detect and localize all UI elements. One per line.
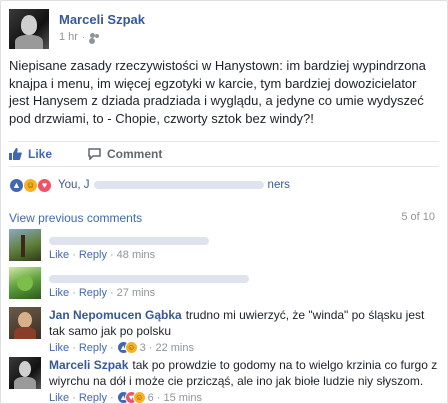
comment-reactions[interactable]: ▲ ♥ ☺ 6 [116, 391, 154, 404]
author-avatar[interactable] [9, 9, 49, 49]
comment-time[interactable]: 15 mins [163, 392, 202, 404]
view-previous-comments[interactable]: View previous comments [9, 211, 142, 225]
comment-reactions[interactable]: ▲ ☺ 3 [116, 341, 146, 354]
footer-separator: · [72, 287, 76, 299]
comment-label: Comment [107, 147, 163, 161]
comment-reply-link[interactable]: Reply [79, 287, 107, 299]
thumbs-up-icon [9, 148, 22, 160]
comment-like-link[interactable]: Like [49, 342, 69, 354]
reactions-names-start[interactable]: You, J [58, 179, 90, 191]
footer-separator: · [109, 341, 114, 354]
commenter-avatar[interactable] [9, 307, 41, 339]
footer-separator: · [72, 391, 76, 404]
footer-separator: · [72, 341, 76, 354]
comment-like-link[interactable]: Like [49, 249, 69, 261]
commenter-avatar[interactable] [9, 267, 41, 299]
comment-body [49, 271, 439, 287]
like-reaction-icon: ▲ [9, 177, 24, 193]
reactions-names-end[interactable]: ners [268, 179, 290, 191]
author-name[interactable]: Marceli Szpak [59, 12, 145, 27]
haha-reaction-icon: ☺ [132, 391, 146, 403]
comment-body [49, 233, 439, 249]
footer-separator: · [109, 287, 114, 299]
blurred-comment-text [49, 275, 249, 283]
comment-footer: Like · Reply · ▲ ♥ ☺ 6 · 15 mins [49, 391, 202, 404]
post-actions: Like Comment [9, 141, 439, 167]
commenter-name[interactable]: Jan Nepomucen Gąbka [49, 308, 182, 322]
comment-reply-link[interactable]: Reply [79, 392, 107, 404]
comment-footer: Like · Reply · 48 mins [49, 249, 155, 261]
post-meta: 1 hr · [59, 31, 101, 43]
comment-body: Marceli Szpak tak po prowdzie to godomy n… [49, 357, 439, 389]
footer-separator: · [156, 391, 161, 404]
post-time[interactable]: 1 hr [59, 31, 78, 43]
post-text: Niepisane zasady rzeczywistości w Hanyst… [9, 58, 426, 126]
reaction-count: 6 [147, 391, 154, 404]
commenter-avatar[interactable] [9, 229, 41, 261]
footer-separator: · [148, 341, 153, 354]
comments-count: 5 of 10 [401, 211, 435, 223]
friends-audience-icon[interactable] [89, 32, 101, 42]
footer-separator: · [72, 249, 76, 261]
commenter-name[interactable]: Marceli Szpak [49, 358, 128, 372]
comment-like-link[interactable]: Like [49, 287, 69, 299]
comment-button[interactable]: Comment [88, 147, 162, 161]
like-label: Like [28, 147, 53, 161]
comment-time[interactable]: 48 mins [117, 249, 156, 261]
footer-separator: · [109, 391, 114, 404]
reaction-count: 3 [139, 341, 146, 354]
footer-separator: · [109, 249, 114, 261]
comment-like-link[interactable]: Like [49, 392, 69, 404]
blurred-names [93, 181, 264, 189]
comment-footer: Like · Reply · 27 mins [49, 287, 155, 299]
comment-bubble-icon [88, 148, 101, 160]
love-reaction-icon: ♥ [37, 177, 52, 193]
meta-separator: · [81, 32, 85, 42]
comment-reply-link[interactable]: Reply [79, 342, 107, 354]
comment-time[interactable]: 27 mins [117, 287, 156, 299]
reactions-summary[interactable]: ▲ ☺ ♥ You, J ners [9, 176, 290, 194]
post-card: Marceli Szpak 1 hr · Niepisane zasady rz… [0, 0, 448, 404]
haha-reaction-icon: ☺ [124, 341, 138, 354]
comment-body: Jan Nepomucen Gąbka trudno mi uwierzyć, ż… [49, 307, 439, 339]
haha-reaction-icon: ☺ [23, 177, 38, 193]
comment-time[interactable]: 22 mins [155, 342, 194, 354]
commenter-avatar[interactable] [9, 357, 41, 389]
comment-reply-link[interactable]: Reply [79, 249, 107, 261]
blurred-comment-text [49, 237, 209, 245]
comment-footer: Like · Reply · ▲ ☺ 3 · 22 mins [49, 341, 194, 354]
like-button[interactable]: Like [9, 147, 52, 161]
